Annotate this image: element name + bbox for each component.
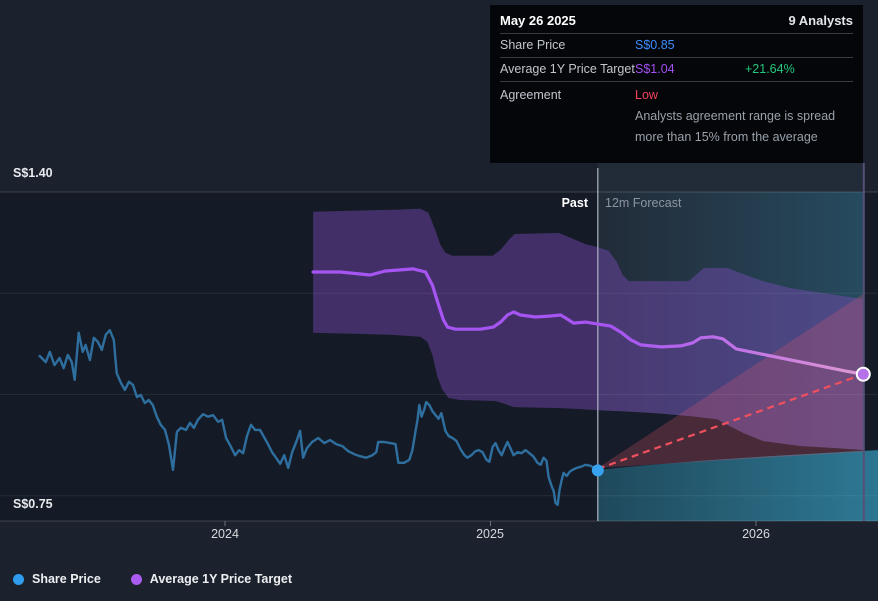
tooltip-row-agreement: Agreement Low Analysts agreement range i… bbox=[500, 82, 853, 151]
tooltip-header: May 26 2025 9 Analysts bbox=[500, 5, 853, 34]
hover-tooltip: May 26 2025 9 Analysts Share Price S$0.8… bbox=[490, 5, 863, 163]
chart-legend: Share Price Average 1Y Price Target bbox=[13, 572, 292, 586]
agreement-value: Low bbox=[635, 88, 658, 102]
legend-price-target-label: Average 1Y Price Target bbox=[149, 572, 293, 586]
tooltip-row-price-target: Average 1Y Price Target S$1.04 +21.64% bbox=[500, 58, 853, 82]
share-price-label: Share Price bbox=[500, 38, 566, 52]
tooltip-date: May 26 2025 bbox=[500, 13, 576, 28]
y-axis-label-min: S$0.75 bbox=[13, 497, 53, 511]
legend-share-price-label: Share Price bbox=[32, 572, 101, 586]
share-price-dot-icon bbox=[13, 573, 24, 585]
x-axis-label-2024: 2024 bbox=[211, 527, 239, 541]
tooltip-row-share-price: Share Price S$0.85 bbox=[500, 34, 853, 58]
past-section-label: Past bbox=[561, 196, 588, 210]
y-axis-label-max: S$1.40 bbox=[13, 166, 53, 180]
x-axis-label-2026: 2026 bbox=[742, 527, 770, 541]
price-target-change: +21.64% bbox=[745, 62, 795, 76]
x-axis-label-2025: 2025 bbox=[476, 527, 504, 541]
price-target-dot-icon bbox=[130, 573, 142, 585]
forecast-section-label: 12m Forecast bbox=[605, 196, 682, 210]
price-target-label: Average 1Y Price Target bbox=[500, 62, 635, 76]
price-target-value: S$1.04 bbox=[635, 62, 675, 76]
agreement-label: Agreement bbox=[500, 88, 562, 102]
legend-item-price-target[interactable]: Average 1Y Price Target bbox=[130, 572, 293, 586]
share-price-value: S$0.85 bbox=[635, 38, 675, 52]
tooltip-analyst-count: 9 Analysts bbox=[788, 13, 853, 28]
legend-item-share-price[interactable]: Share Price bbox=[13, 572, 101, 586]
agreement-note: Analysts agreement range is spread more … bbox=[635, 109, 836, 144]
analyst-price-target-chart: S$1.40 S$0.75 Past 12m Forecast 2024 202… bbox=[0, 0, 878, 601]
